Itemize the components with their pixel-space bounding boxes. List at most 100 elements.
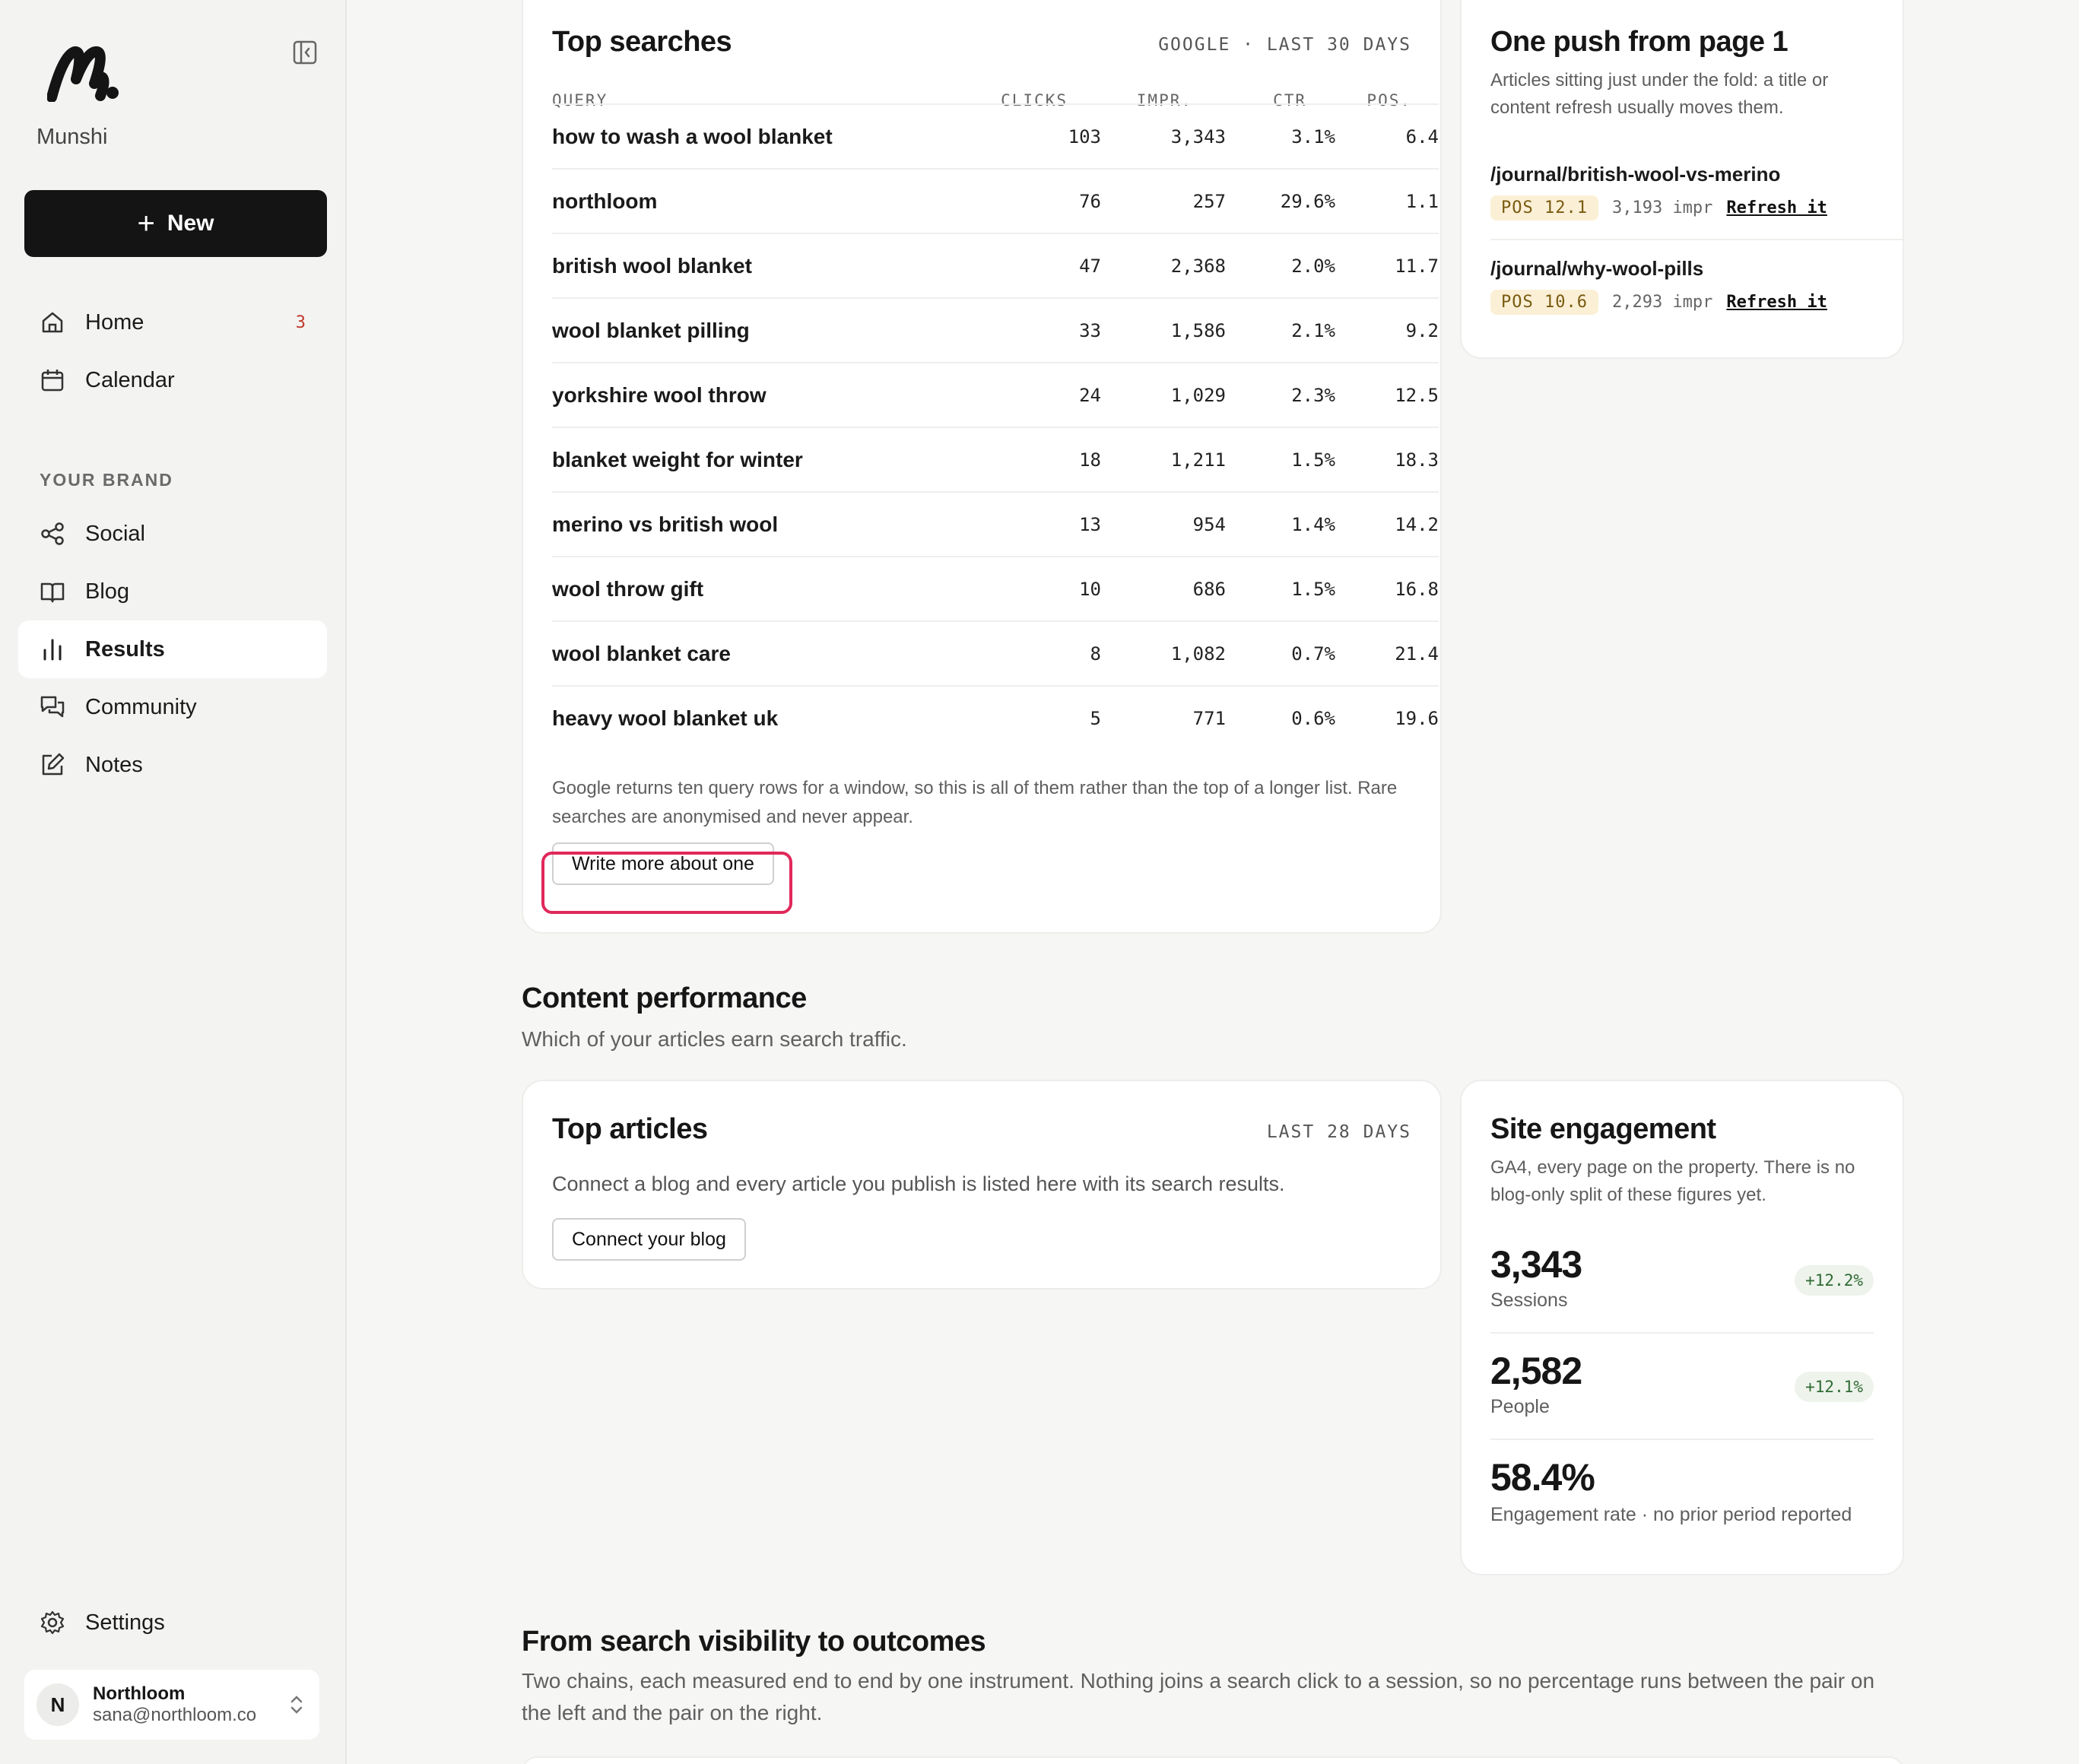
section-subheading: Two chains, each measured end to end by … (522, 1669, 1875, 1724)
section-heading: Content performance (522, 982, 807, 1014)
impressions-value: 3,193 impr (1611, 198, 1713, 217)
divider (1490, 1439, 1874, 1440)
sidebar-item-label: Settings (85, 1610, 165, 1635)
query-cell: yorkshire wool throw (552, 383, 767, 407)
refresh-link[interactable]: Refresh it (1726, 293, 1827, 312)
clicks-cell: 8 (1090, 643, 1101, 665)
table-note: Google returns ten query rows for a wind… (552, 778, 1398, 827)
card-meta: GOOGLE · LAST 30 DAYS (1158, 35, 1411, 55)
table-row: merino vs british wool 13 954 1.4% 14.2 (552, 491, 1439, 555)
position-badge: POS 10.6 (1490, 290, 1598, 315)
query-cell: northloom (552, 189, 658, 213)
clicks-cell: 33 (1079, 320, 1101, 341)
divider (1490, 1332, 1874, 1334)
sidebar-item-notes[interactable]: Notes (18, 736, 327, 794)
position-cell: 19.6 (1395, 708, 1439, 729)
clicks-cell: 5 (1090, 708, 1101, 729)
sidebar-item-settings[interactable]: Settings (18, 1594, 327, 1651)
card-subtitle: GA4, every page on the property. There i… (1490, 1157, 1855, 1205)
query-cell: merino vs british wool (552, 512, 779, 536)
position-badge: POS 12.1 (1490, 195, 1598, 220)
position-cell: 16.8 (1395, 579, 1439, 600)
card-body: Connect a blog and every article you pub… (552, 1172, 1285, 1195)
sidebar-item-label: Results (85, 636, 165, 662)
ctr-cell: 3.1% (1291, 126, 1335, 148)
position-cell: 14.2 (1395, 514, 1439, 535)
sessions-label: Sessions (1490, 1290, 1568, 1311)
article-path: /journal/why-wool-pills (1490, 257, 1704, 280)
impressions-cell: 2,368 (1170, 255, 1226, 277)
query-cell: heavy wool blanket uk (552, 706, 779, 730)
outcomes-card (522, 1756, 1904, 1764)
article-path: /journal/british-wool-vs-merino (1490, 163, 1781, 186)
sidebar-item-label: Home (85, 309, 144, 335)
book-icon (40, 582, 65, 603)
position-cell: 18.3 (1395, 449, 1439, 471)
table-row: wool throw gift 10 686 1.5% 16.8 (552, 556, 1439, 620)
position-cell: 11.7 (1395, 255, 1439, 277)
impressions-value: 2,293 impr (1611, 293, 1713, 312)
sidebar-item-results[interactable]: Results (18, 620, 327, 678)
home-icon (42, 312, 63, 333)
chat-bubbles-icon (40, 696, 65, 718)
clicks-cell: 76 (1079, 191, 1101, 212)
clicks-cell: 13 (1079, 514, 1101, 535)
new-button[interactable]: + New (24, 190, 327, 257)
top-articles-card: Top articles LAST 28 DAYS Connect a blog… (522, 1080, 1442, 1290)
section-heading: From search visibility to outcomes (522, 1626, 986, 1658)
sidebar-item-blog[interactable]: Blog (18, 563, 327, 620)
card-title: Top searches (552, 26, 732, 58)
collapse-sidebar-icon[interactable] (292, 40, 318, 65)
table-row: blanket weight for winter 18 1,211 1.5% 18.3 (552, 427, 1439, 490)
people-delta-badge: +12.1% (1795, 1372, 1874, 1402)
ctr-cell: 0.7% (1291, 643, 1335, 665)
bar-chart-icon (43, 639, 62, 661)
table-row: yorkshire wool throw 24 1,029 2.3% 12.5 (552, 362, 1439, 426)
chevron-up-down-icon (290, 1696, 303, 1714)
divider (1490, 239, 1904, 240)
ctr-cell: 2.0% (1291, 255, 1335, 277)
clicks-cell: 24 (1079, 385, 1101, 406)
table-row: northloom 76 257 29.6% 1.1 (552, 168, 1439, 232)
share-icon (41, 522, 64, 545)
section-subheading: Which of your articles earn search traff… (522, 1027, 907, 1051)
table-row: wool blanket care 8 1,082 0.7% 21.4 (552, 620, 1439, 684)
sidebar-item-label: Blog (85, 579, 130, 604)
sidebar-item-label: Community (85, 694, 197, 719)
brand-name: Munshi (37, 125, 108, 149)
sidebar-item-label: Calendar (85, 367, 175, 392)
connect-blog-button[interactable]: Connect your blog (552, 1218, 746, 1261)
sidebar-item-social[interactable]: Social (18, 505, 327, 563)
ctr-cell: 2.1% (1291, 320, 1335, 341)
impressions-cell: 1,586 (1170, 320, 1226, 341)
ctr-cell: 1.5% (1291, 449, 1335, 471)
edit-note-icon (42, 753, 65, 776)
sessions-value: 3,343 (1490, 1243, 1582, 1286)
sidebar-item-calendar[interactable]: Calendar (18, 351, 327, 409)
query-cell: wool throw gift (552, 577, 704, 601)
engagement-rate-label: Engagement rate · no prior period report… (1490, 1504, 1852, 1525)
sidebar-item-community[interactable]: Community (18, 678, 327, 736)
query-cell: wool blanket care (552, 642, 731, 665)
position-cell: 9.2 (1405, 320, 1439, 341)
account-email: sana@northloom.co (93, 1705, 257, 1725)
impressions-cell: 257 (1192, 191, 1226, 212)
card-title: Site engagement (1490, 1113, 1716, 1145)
account-switcher[interactable]: N Northloom sana@northloom.co (24, 1670, 319, 1740)
list-item: /journal/british-wool-vs-merino POS 12.1… (1490, 163, 1904, 220)
plus-icon: + (137, 207, 155, 240)
clicks-cell: 10 (1079, 579, 1101, 600)
people-value: 2,582 (1490, 1350, 1582, 1392)
ctr-cell: 29.6% (1280, 191, 1335, 212)
ctr-cell: 2.3% (1291, 385, 1335, 406)
refresh-link[interactable]: Refresh it (1726, 198, 1827, 217)
impressions-cell: 3,343 (1170, 126, 1226, 148)
calendar-icon (41, 370, 64, 392)
clicks-cell: 18 (1079, 449, 1101, 471)
impressions-cell: 686 (1192, 579, 1226, 600)
sidebar-item-home[interactable]: Home 3 (18, 293, 327, 351)
gear-icon (40, 1610, 65, 1635)
table-row: british wool blanket 47 2,368 2.0% 11.7 (552, 233, 1439, 297)
list-item: /journal/why-wool-pills POS 10.6 2,293 i… (1490, 257, 1904, 315)
section-label: YOUR BRAND (40, 470, 173, 490)
